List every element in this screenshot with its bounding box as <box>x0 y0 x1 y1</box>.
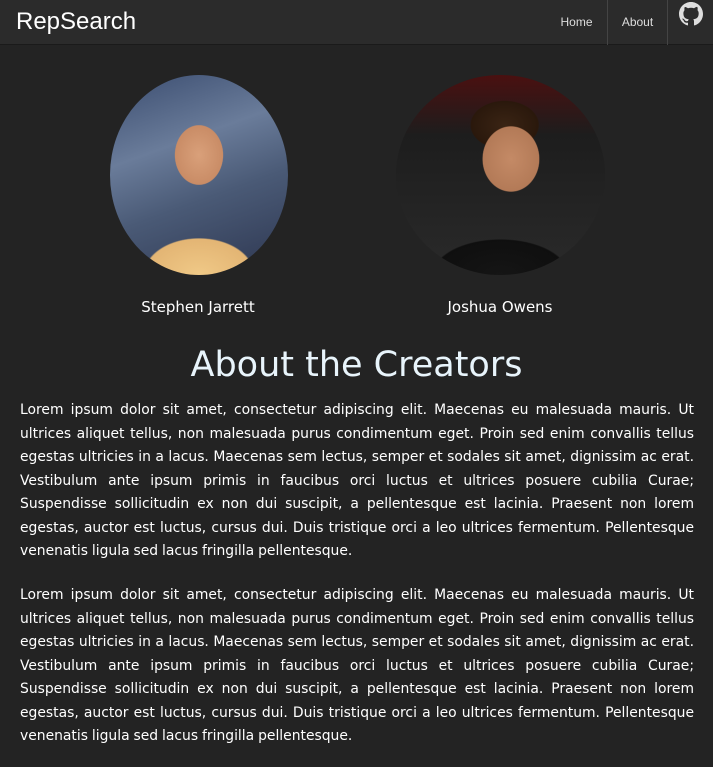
brand-logo-link[interactable]: RepSearch <box>16 7 136 37</box>
nav-about-link[interactable]: About <box>608 0 668 45</box>
nav-home-link[interactable]: Home <box>546 0 608 45</box>
creator-name: Joshua Owens <box>447 298 553 316</box>
main-content: Stephen Jarrett Joshua Owens About the C… <box>0 45 713 767</box>
github-icon <box>678 0 703 45</box>
creator-avatar-joshua <box>396 75 605 275</box>
navbar: RepSearch Home About <box>0 0 713 45</box>
page-title: About the Creators <box>190 345 523 385</box>
about-paragraph: Lorem ipsum dolor sit amet, consectetur … <box>20 402 694 559</box>
nav-links: Home About <box>546 0 713 45</box>
creator-name: Stephen Jarrett <box>141 298 255 316</box>
github-link[interactable] <box>668 0 713 45</box>
about-paragraph: Lorem ipsum dolor sit amet, consectetur … <box>20 587 694 744</box>
creator-avatar-stephen <box>110 75 288 275</box>
